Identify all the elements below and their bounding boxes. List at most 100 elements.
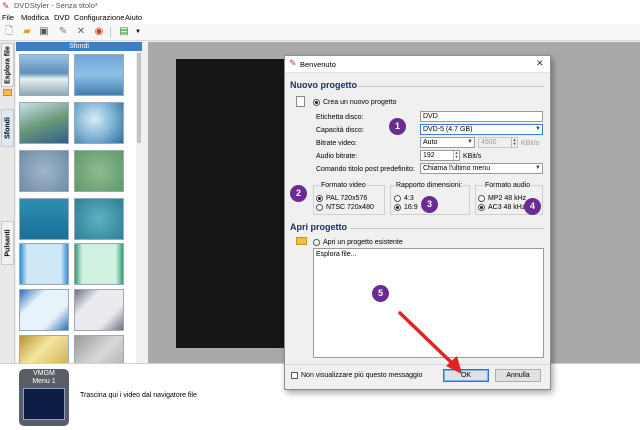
- aspect-ratio-title: Rapporto dimensioni:: [395, 181, 464, 190]
- edit-icon[interactable]: ✎: [57, 26, 69, 38]
- ac3-radio[interactable]: [478, 204, 485, 211]
- menu-dvd[interactable]: DVD: [54, 13, 70, 23]
- background-thumbnail[interactable]: [19, 102, 69, 144]
- background-thumbnail[interactable]: [19, 54, 69, 96]
- panel-scrollbar-thumb[interactable]: [137, 53, 141, 143]
- menu-configurazione[interactable]: Configurazione: [74, 13, 124, 23]
- aspect-4-3-radio[interactable]: [394, 195, 401, 202]
- annotation-badge: 2: [290, 185, 307, 202]
- add-export-icon[interactable]: ▤: [118, 26, 130, 38]
- dont-show-checkbox[interactable]: [291, 372, 298, 379]
- aspect-16-9-label: 16:9: [404, 204, 418, 211]
- background-thumbnail[interactable]: [74, 243, 124, 285]
- ntsc-label: NTSC 720x480: [326, 204, 374, 211]
- pal-radio[interactable]: [316, 195, 323, 202]
- background-thumbnail[interactable]: [74, 150, 124, 192]
- background-thumbnail[interactable]: [74, 289, 124, 331]
- ntsc-radio[interactable]: [316, 204, 323, 211]
- new-project-heading: Nuovo progetto: [290, 80, 357, 90]
- chevron-down-icon: ▼: [467, 139, 473, 145]
- background-thumbnail[interactable]: [19, 243, 69, 285]
- post-command-value: Chiama l'ultimo menu: [423, 165, 491, 172]
- audio-format-title: Formato audio: [484, 181, 532, 190]
- new-document-icon: [296, 96, 305, 107]
- stepper-icon: ▲ ▼: [511, 137, 517, 147]
- mp2-label: MP2 48 kHz: [488, 195, 527, 202]
- aspect-16-9-radio[interactable]: [394, 204, 401, 211]
- backgrounds-panel-header: Sfondi: [16, 42, 142, 51]
- menu-file[interactable]: File: [2, 13, 14, 23]
- dvdstyler-icon: ✎: [289, 58, 297, 68]
- background-thumbnail[interactable]: [74, 102, 124, 144]
- open-folder-icon[interactable]: ▰: [21, 26, 33, 38]
- open-project-label: Apri un progetto esistente: [323, 239, 403, 246]
- burn-disc-icon[interactable]: ◉: [93, 26, 105, 38]
- background-thumbnail[interactable]: [19, 198, 69, 240]
- disc-capacity-value: DVD-5 (4.7 GB): [423, 126, 473, 133]
- annotation-badge: 1: [389, 118, 406, 135]
- post-command-label: Comando titolo post predefinito:: [316, 166, 415, 173]
- chevron-down-icon: ▼: [535, 165, 541, 171]
- background-thumbnail[interactable]: [74, 54, 124, 96]
- side-tab-bar: Esplora file Sfondi Pulsanti: [0, 41, 15, 363]
- audio-bitrate-value: 192: [423, 152, 435, 159]
- cancel-button[interactable]: Annulla: [495, 369, 541, 382]
- dont-show-label: Non visualizzare più questo messaggio: [301, 372, 423, 379]
- create-project-radio[interactable]: [313, 99, 320, 106]
- disc-label-label: Etichetta disco:: [316, 114, 364, 121]
- menu-aiuto[interactable]: Aiuto: [125, 13, 142, 23]
- close-icon[interactable]: ✕: [536, 58, 544, 69]
- tab-label: Esplora file: [4, 46, 11, 84]
- aspect-4-3-label: 4:3: [404, 195, 414, 202]
- dialog-title: Benvenuto: [300, 60, 336, 69]
- disc-label-input[interactable]: DVD: [420, 111, 543, 122]
- ok-button[interactable]: OK: [443, 369, 489, 382]
- background-thumbnail[interactable]: [74, 335, 124, 363]
- settings-icon[interactable]: ✕: [75, 26, 87, 38]
- video-bitrate-value: 4500: [481, 139, 497, 146]
- background-thumbnail[interactable]: [74, 198, 124, 240]
- section-divider: [350, 228, 544, 229]
- background-thumbnail[interactable]: [19, 150, 69, 192]
- menu-preview-canvas[interactable]: [176, 59, 296, 348]
- menu-modifica[interactable]: Modifica: [21, 13, 49, 23]
- disc-capacity-select[interactable]: DVD-5 (4.7 GB) ▼: [420, 124, 543, 135]
- open-project-radio[interactable]: [313, 239, 320, 246]
- audio-bitrate-input[interactable]: 192 ▲ ▼: [420, 150, 460, 161]
- tab-sfondi[interactable]: Sfondi: [1, 109, 14, 147]
- window-title: DVDStyler - Senza titolo*: [14, 1, 98, 10]
- footer-divider: [285, 364, 550, 365]
- video-bitrate-mode-value: Auto: [423, 139, 438, 146]
- background-thumbnail[interactable]: [19, 289, 69, 331]
- tab-label: Pulsanti: [4, 229, 11, 257]
- dvdstyler-icon: ✎: [2, 1, 10, 11]
- open-project-heading: Apri progetto: [290, 222, 347, 232]
- annotation-badge: 3: [421, 196, 438, 213]
- menu-label: Menu 1: [32, 378, 56, 385]
- toolbar: 🗋 ▰ ▣ ✎ ✕ ◉ ▤ ▼: [0, 24, 640, 41]
- mp2-radio[interactable]: [478, 195, 485, 202]
- tab-pulsanti[interactable]: Pulsanti: [1, 221, 14, 265]
- menu-bar: File Modifica DVD Configurazione Aiuto: [0, 12, 640, 24]
- dropdown-arrow-icon[interactable]: ▼: [132, 26, 144, 38]
- tab-esplora-file[interactable]: Esplora file: [1, 43, 14, 87]
- pal-label: PAL 720x576: [326, 195, 368, 202]
- background-thumbnail[interactable]: [19, 335, 69, 363]
- open-folder-icon: [296, 237, 307, 245]
- section-divider: [358, 86, 544, 87]
- video-bitrate-mode-select[interactable]: Auto ▼: [420, 137, 475, 148]
- recent-projects-list[interactable]: Esplora file...: [313, 248, 544, 358]
- audio-bitrate-label: Audio bitrate:: [316, 153, 358, 160]
- folder-icon: [3, 89, 12, 96]
- video-bitrate-unit: KBit/s: [521, 140, 540, 147]
- new-document-icon[interactable]: 🗋: [3, 26, 15, 38]
- browse-files-item[interactable]: Esplora file...: [316, 250, 356, 259]
- menu-thumbnail[interactable]: [23, 388, 65, 420]
- video-bitrate-input[interactable]: 4500 ▲ ▼: [478, 137, 518, 148]
- post-command-select[interactable]: Chiama l'ultimo menu ▼: [420, 163, 543, 174]
- save-icon[interactable]: ▣: [38, 26, 50, 38]
- disc-capacity-label: Capacità disco:: [316, 127, 364, 134]
- chevron-down-icon: ▼: [535, 126, 541, 132]
- drag-hint: Trascina qui i video dal navigatore file: [80, 392, 197, 399]
- ac3-label: AC3 48 kHz: [488, 204, 526, 211]
